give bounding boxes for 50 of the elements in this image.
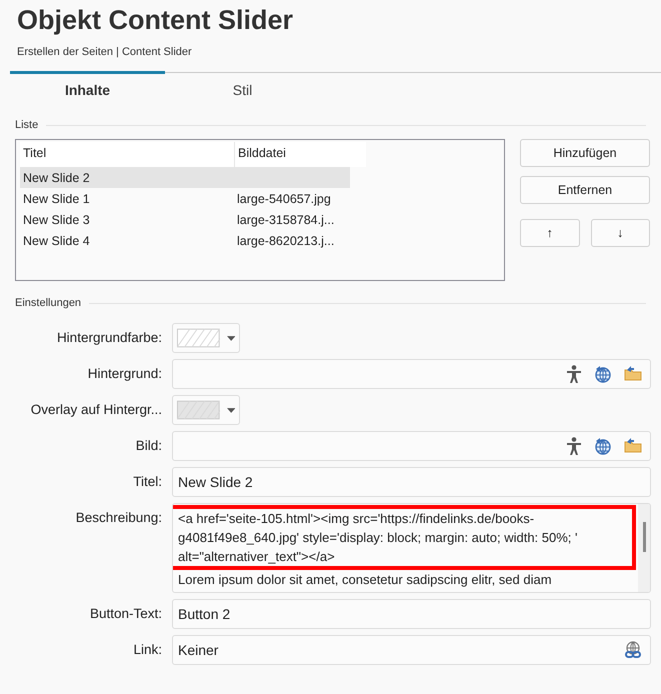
- action-button[interactable]: Entfernen: [520, 176, 650, 204]
- field-label: Titel:: [132, 473, 162, 489]
- list-row[interactable]: New Slide 1 large-540657.jpg: [20, 188, 350, 209]
- slide-list[interactable]: Titel Bilddatei New Slide 2 New Slide 1 large-540657.jpg New Slide 3 large-3158784.j... New Slide 4 large-8620213.j...: [15, 139, 505, 281]
- list-row[interactable]: New Slide 2: [20, 167, 350, 188]
- action-button[interactable]: Hinzufügen: [520, 139, 650, 167]
- move-button[interactable]: ↑: [520, 219, 580, 247]
- field-label: Overlay auf Hintergr...: [30, 401, 162, 417]
- folder-icon[interactable]: [624, 365, 642, 381]
- field-label: Beschreibung:: [74, 509, 162, 525]
- list-cell-text: New Slide 1: [22, 192, 91, 206]
- field-label: Hintergrund:: [86, 365, 162, 381]
- field-label: Bild:: [134, 437, 162, 453]
- page-title: Objekt Content Slider: [17, 4, 294, 37]
- accessibility-person-icon[interactable]: [566, 437, 582, 455]
- globe-icon[interactable]: [594, 437, 612, 455]
- field-label: Hintergrundfarbe:: [56, 329, 162, 345]
- color-picker[interactable]: [172, 395, 240, 425]
- caret-icon: [226, 336, 235, 340]
- link-input-field[interactable]: Keiner: [172, 635, 651, 665]
- field-label: Button-Text:: [88, 605, 162, 621]
- list-cell-text: large-540657.jpg: [236, 192, 332, 206]
- section-legend: Liste: [15, 119, 38, 131]
- column-header[interactable]: Titel: [20, 142, 234, 167]
- text-input-field[interactable]: New Slide 2: [172, 467, 651, 497]
- list-cell-text: New Slide 4: [22, 234, 91, 248]
- breadcrumb: Erstellen der Seiten | Content Slider: [17, 46, 193, 58]
- tab[interactable]: Inhalte: [10, 71, 165, 105]
- file-input-field[interactable]: [172, 431, 651, 461]
- tab[interactable]: Stil: [165, 71, 320, 105]
- globe-link-icon[interactable]: [624, 641, 642, 659]
- accessibility-person-icon[interactable]: [566, 365, 582, 383]
- list-cell-text: New Slide 3: [22, 212, 91, 226]
- file-input-field[interactable]: [172, 359, 651, 389]
- move-button[interactable]: ↓: [590, 219, 650, 247]
- color-picker[interactable]: [172, 323, 240, 353]
- list-cell-text: New Slide 2: [22, 170, 91, 184]
- globe-icon[interactable]: [594, 365, 612, 383]
- section-legend: Einstellungen: [15, 297, 82, 309]
- text-input-field[interactable]: Button 2: [172, 599, 651, 629]
- description-text: Lorem ipsum dolor sit amet, consetetur sadipscing elitr, sed diam: [178, 571, 553, 589]
- list-row[interactable]: New Slide 3 large-3158784.j...: [20, 209, 350, 230]
- list-row[interactable]: New Slide 4 large-8620213.j...: [20, 230, 350, 251]
- folder-icon[interactable]: [624, 437, 642, 453]
- description-text-area[interactable]: [172, 503, 651, 593]
- list-cell-text: large-8620213.j...: [236, 234, 336, 248]
- caret-icon: [226, 408, 235, 412]
- field-label: Link:: [132, 641, 162, 657]
- list-cell-text: large-3158784.j...: [236, 212, 336, 226]
- scrollbar-thumb[interactable]: [642, 522, 646, 552]
